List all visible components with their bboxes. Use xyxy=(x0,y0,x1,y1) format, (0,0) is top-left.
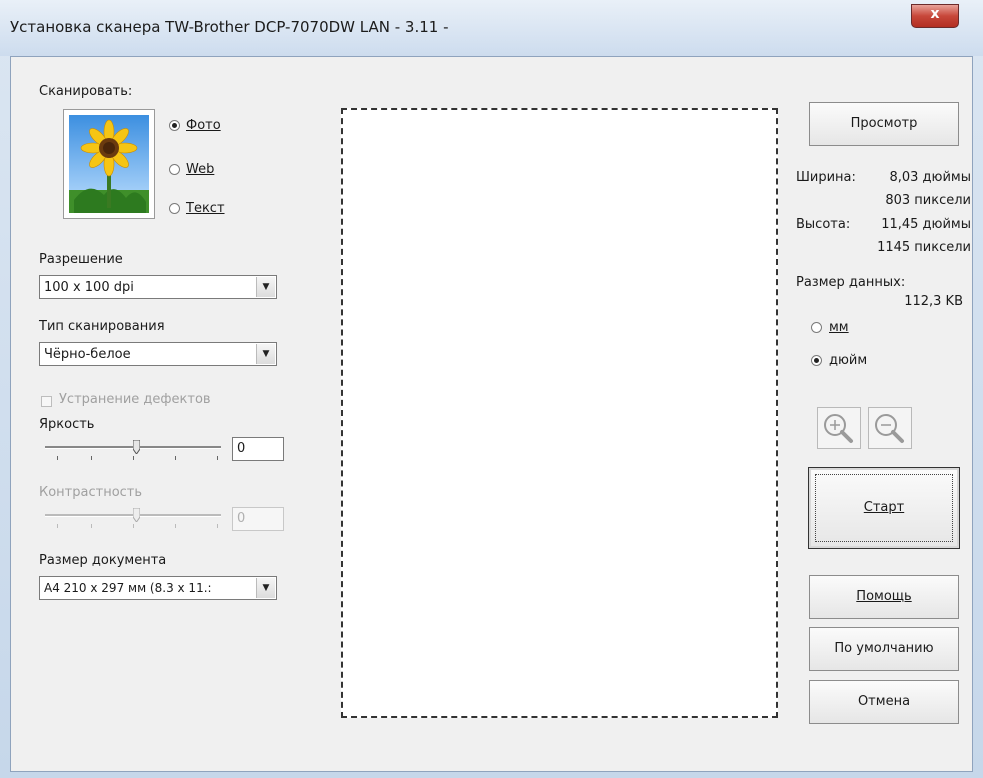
scan-web-label[interactable]: Web xyxy=(186,162,214,177)
tick xyxy=(57,524,58,528)
scan-preview-area[interactable] xyxy=(341,108,778,718)
doc-size-value: A4 210 x 297 мм (8.3 x 11.: xyxy=(44,581,212,595)
width-label: Ширина: xyxy=(796,170,856,185)
zoom-out-icon xyxy=(875,414,904,443)
width-inches: 8,03 дюймы xyxy=(889,170,971,185)
help-button-label: Помощь xyxy=(856,589,912,604)
zoom-out-button[interactable] xyxy=(868,407,912,449)
zoom-in-icon xyxy=(824,414,853,443)
height-inches: 11,45 дюймы xyxy=(881,217,971,232)
chevron-down-icon[interactable]: ▼ xyxy=(256,578,275,598)
close-icon: x xyxy=(930,6,940,22)
resolution-select[interactable]: 100 x 100 dpi ▼ xyxy=(39,275,277,299)
height-pixels: 1145 пиксели xyxy=(877,240,971,255)
contrast-thumb xyxy=(133,508,140,522)
start-button[interactable]: Старт xyxy=(808,467,960,549)
preview-button[interactable]: Просмотр xyxy=(809,102,959,146)
preview-button-label: Просмотр xyxy=(850,116,918,131)
unit-mm-radio[interactable] xyxy=(811,322,822,333)
default-button[interactable]: По умолчанию xyxy=(809,627,959,671)
doc-size-select[interactable]: A4 210 x 297 мм (8.3 x 11.: ▼ xyxy=(39,576,277,600)
height-label: Высота: xyxy=(796,217,851,232)
chevron-down-icon[interactable]: ▼ xyxy=(256,344,275,364)
tick xyxy=(57,456,58,460)
brightness-label: Яркость xyxy=(39,417,95,432)
contrast-label: Контрастность xyxy=(39,485,143,500)
dialog-body: Сканировать: Фото Web Текст Разрешение 1… xyxy=(10,56,973,772)
scan-label: Сканировать: xyxy=(39,84,133,99)
resolution-label: Разрешение xyxy=(39,252,123,267)
close-button[interactable]: x xyxy=(911,4,959,28)
help-button[interactable]: Помощь xyxy=(809,575,959,619)
scan-type-value: Чёрно-белое xyxy=(44,347,131,362)
tick xyxy=(175,524,176,528)
tick xyxy=(217,524,218,528)
chevron-down-icon[interactable]: ▼ xyxy=(256,277,275,297)
scan-photo-radio[interactable] xyxy=(169,120,180,131)
descreen-label: Устранение дефектов xyxy=(59,392,211,407)
tick xyxy=(133,456,134,460)
scan-type-select[interactable]: Чёрно-белое ▼ xyxy=(39,342,277,366)
scan-photo-label[interactable]: Фото xyxy=(186,118,221,133)
cancel-button[interactable]: Отмена xyxy=(809,680,959,724)
cancel-button-label: Отмена xyxy=(857,694,911,709)
doc-size-label: Размер документа xyxy=(39,553,167,568)
tick xyxy=(133,524,134,528)
scan-text-label[interactable]: Текст xyxy=(186,201,225,216)
brightness-thumb[interactable] xyxy=(133,440,140,454)
data-size-value: 112,3 KB xyxy=(904,294,963,309)
tick xyxy=(91,456,92,460)
unit-inch-radio[interactable] xyxy=(811,355,822,366)
contrast-value-field: 0 xyxy=(232,507,284,531)
unit-mm-label[interactable]: мм xyxy=(829,320,849,335)
data-size-label: Размер данных: xyxy=(796,275,906,290)
scan-text-radio[interactable] xyxy=(169,203,180,214)
width-pixels: 803 пиксели xyxy=(885,193,971,208)
zoom-in-button[interactable] xyxy=(817,407,861,449)
descreen-checkbox[interactable] xyxy=(41,396,52,407)
unit-inch-label[interactable]: дюйм xyxy=(829,353,867,368)
default-button-label: По умолчанию xyxy=(834,641,934,656)
window-title: Установка сканера TW-Brother DCP-7070DW … xyxy=(10,18,449,36)
title-bar: Установка сканера TW-Brother DCP-7070DW … xyxy=(0,0,983,56)
scanner-window: Установка сканера TW-Brother DCP-7070DW … xyxy=(0,0,983,778)
resolution-value: 100 x 100 dpi xyxy=(44,280,134,295)
brightness-value-field[interactable]: 0 xyxy=(232,437,284,461)
scan-type-label: Тип сканирования xyxy=(39,319,165,334)
tick xyxy=(91,524,92,528)
tick xyxy=(175,456,176,460)
sunflower-thumbnail xyxy=(69,115,149,213)
tick xyxy=(217,456,218,460)
scan-mode-thumbnail xyxy=(63,109,155,219)
focus-rect xyxy=(815,474,953,542)
scan-web-radio[interactable] xyxy=(169,164,180,175)
